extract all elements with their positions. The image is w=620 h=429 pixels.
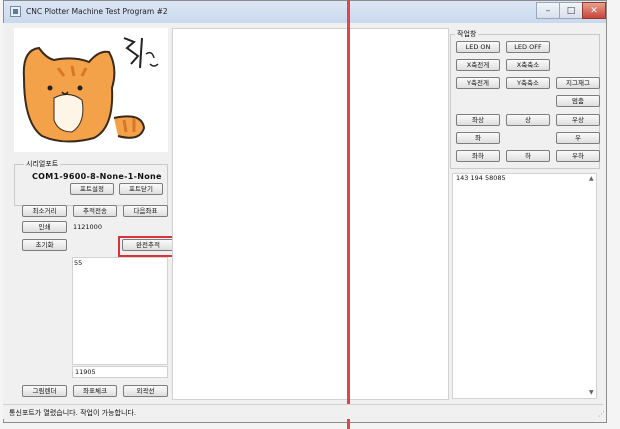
plot-canvas[interactable] [172,28,449,400]
coord-check-button[interactable]: 좌표체크 [73,385,117,397]
close-button[interactable]: ✕ [582,2,606,19]
led-on-button[interactable]: LED ON [456,41,500,53]
zigzag-button[interactable]: 지그재그 [556,77,600,89]
log-textbox[interactable] [452,173,597,399]
x-minus-button[interactable]: X축축소 [506,59,550,71]
coordinate-total-field[interactable]: 11905 [72,366,168,378]
coordinate-list[interactable] [72,257,168,365]
minimize-button[interactable]: – [536,2,560,19]
print-value: 1121000 [73,223,102,231]
move-down-right-button[interactable]: 우하 [556,150,600,162]
coordinate-count: 55 [74,259,83,267]
stop-button[interactable]: 멈춤 [556,95,600,107]
highlight-box [118,236,179,257]
move-up-right-button[interactable]: 우상 [556,114,600,126]
cat-illustration [22,37,159,143]
move-down-button[interactable]: 하 [506,150,550,162]
move-up-button[interactable]: 상 [506,114,550,126]
print-button[interactable]: 인쇄 [22,221,67,233]
reset-button[interactable]: 초기화 [22,239,67,251]
move-down-left-button[interactable]: 좌하 [456,150,500,162]
send-coord-button[interactable]: 추적전송 [73,205,117,217]
y-plus-button[interactable]: Y축전게 [456,77,500,89]
window-title: CNC Plotter Machine Test Program #2 [26,7,168,16]
led-off-button[interactable]: LED OFF [506,41,550,53]
x-plus-button[interactable]: X축전게 [456,59,500,71]
title-bar[interactable]: CNC Plotter Machine Test Program #2 – □ … [4,1,606,23]
log-text: 143 194 58085 [456,174,506,182]
operations-caption: 작업창 [455,29,479,39]
serial-port-caption: 시리얼포트 [24,159,61,169]
maximize-button[interactable]: □ [559,2,583,19]
port-close-button[interactable]: 포트닫기 [119,183,163,195]
app-icon [10,6,21,17]
draw-render-button[interactable]: 그림렌더 [22,385,67,397]
scroll-down-arrow-icon[interactable]: ▼ [589,389,594,396]
resize-grip-icon[interactable]: ⋰ [598,410,605,418]
outline-button[interactable]: 외곽선 [123,385,168,397]
min-distance-button[interactable]: 최소거리 [22,205,67,217]
scroll-up-arrow-icon[interactable]: ▲ [589,175,594,182]
status-text: 통신포트가 열렸습니다. 작업이 가능합니다. [9,409,137,417]
y-minus-button[interactable]: Y축축소 [506,77,550,89]
red-divider-line [347,0,350,429]
move-left-button[interactable]: 좌 [456,132,500,144]
port-settings-button[interactable]: 포트설정 [70,183,114,195]
move-right-button[interactable]: 우 [556,132,600,144]
serial-status-text: COM1-9600-8-None-1-None [32,172,162,181]
move-up-left-button[interactable]: 좌상 [456,114,500,126]
image-preview [14,28,168,152]
next-coord-button[interactable]: 다음좌표 [123,205,168,217]
